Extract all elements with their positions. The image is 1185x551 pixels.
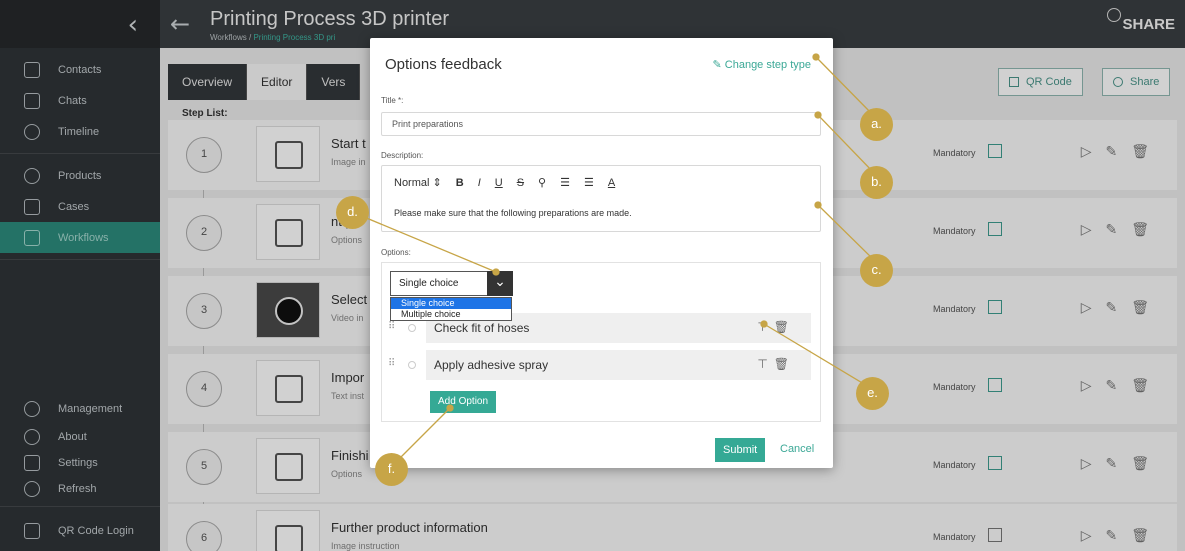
text-color-button[interactable]: A <box>608 177 615 189</box>
option-actions: ⊤🗑 <box>757 357 795 371</box>
choice-type-dropdown: Single choice Multiple choice <box>390 297 512 321</box>
chevron-down-icon[interactable]: ⌄ <box>487 271 513 296</box>
text-style-select[interactable]: Normal ⇕ <box>394 176 442 189</box>
option-text[interactable]: Apply adhesive spray <box>434 358 548 372</box>
ordered-list-icon[interactable]: ☰ <box>560 176 570 189</box>
strike-button[interactable]: S <box>517 177 524 189</box>
submit-button[interactable]: Submit <box>715 438 766 462</box>
change-step-type-label: Change step type <box>724 59 811 71</box>
callout-d: d. <box>336 196 369 229</box>
select-arrows-icon: ⇕ <box>432 177 442 189</box>
bullet-list-icon[interactable]: ☰ <box>584 176 594 189</box>
radio-icon <box>408 324 416 332</box>
dialog-title: Options feedback <box>385 56 502 73</box>
trash-icon[interactable]: 🗑 <box>774 320 795 334</box>
change-step-type-link[interactable]: ✎ Change step type <box>712 58 811 71</box>
option-row: ⠿ Apply adhesive spray ⊤🗑 <box>388 350 813 380</box>
options-panel: Single choice ⌄ Single choice Multiple c… <box>381 262 821 422</box>
options-label: Options: <box>381 248 411 257</box>
option-actions: ⊤🗑 <box>757 320 795 334</box>
text-style-label: Normal <box>394 177 430 189</box>
underline-button[interactable]: U <box>495 177 503 189</box>
bold-button[interactable]: B <box>456 177 464 189</box>
add-option-button[interactable]: Add Option <box>430 391 497 413</box>
description-editor[interactable]: Normal ⇕ B I U S ⚲ ☰ ☰ A Please make sur… <box>381 165 821 232</box>
italic-button[interactable]: I <box>478 177 481 189</box>
callout-e: e. <box>856 377 889 410</box>
callout-a: a. <box>860 108 893 141</box>
pencil-icon: ✎ <box>712 59 725 71</box>
choice-type-value: Single choice <box>399 278 459 289</box>
choice-type-select[interactable]: Single choice ⌄ <box>390 271 513 296</box>
description-label: Description: <box>381 151 424 160</box>
title-label: Title *: <box>381 96 404 105</box>
drag-handle-icon[interactable]: ⠿ <box>388 321 395 332</box>
editor-toolbar: Normal ⇕ B I U S ⚲ ☰ ☰ A <box>394 176 615 190</box>
text-format-icon[interactable]: ⊤ <box>757 357 773 371</box>
option-text[interactable]: Check fit of hoses <box>434 321 529 335</box>
radio-icon <box>408 361 416 369</box>
options-feedback-dialog: Options feedback ✎ Change step type Titl… <box>370 38 833 468</box>
drag-handle-icon[interactable]: ⠿ <box>388 358 395 369</box>
text-format-icon[interactable]: ⊤ <box>757 320 773 334</box>
dropdown-option-single[interactable]: Single choice <box>391 298 511 309</box>
callout-b: b. <box>860 166 893 199</box>
trash-icon[interactable]: 🗑 <box>774 357 795 371</box>
title-field[interactable]: Print preparations <box>381 112 821 136</box>
cancel-button[interactable]: Cancel <box>780 443 814 455</box>
callout-c: c. <box>860 254 893 287</box>
callout-f: f. <box>375 453 408 486</box>
link-icon[interactable]: ⚲ <box>538 176 546 189</box>
dropdown-option-multiple[interactable]: Multiple choice <box>391 309 511 320</box>
description-text[interactable]: Please make sure that the following prep… <box>394 208 632 218</box>
option-box: Apply adhesive spray ⊤🗑 <box>426 350 811 380</box>
